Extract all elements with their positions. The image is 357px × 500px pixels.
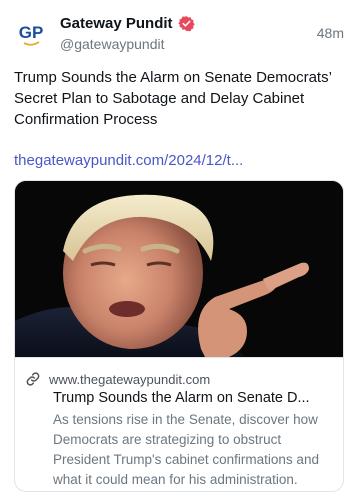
display-name[interactable]: Gateway Pundit bbox=[60, 15, 173, 32]
card-description: As tensions rise in the Senate, discover… bbox=[53, 412, 319, 487]
card-domain: www.thegatewaypundit.com bbox=[49, 371, 211, 387]
avatar[interactable]: GP bbox=[12, 14, 50, 52]
link-icon bbox=[25, 371, 41, 387]
link-preview-body: www.thegatewaypundit.com Trump Sounds th… bbox=[15, 357, 343, 491]
post-link[interactable]: thegatewaypundit.com/2024/12/t... bbox=[14, 151, 344, 171]
link-preview-image[interactable] bbox=[15, 181, 343, 357]
link-preview-card[interactable]: www.thegatewaypundit.com Trump Sounds th… bbox=[14, 180, 344, 492]
verified-badge-icon bbox=[177, 15, 195, 32]
post-text: Trump Sounds the Alarm on Senate Democra… bbox=[14, 69, 332, 128]
post: GP Gateway Pundit @gatewaypundit 48m Tru… bbox=[0, 0, 357, 500]
name-row: Gateway Pundit bbox=[60, 12, 300, 34]
author-block: Gateway Pundit @gatewaypundit bbox=[60, 12, 300, 52]
card-title: Trump Sounds the Alarm on Senate D... bbox=[53, 390, 310, 406]
photo-thumbnail bbox=[15, 181, 343, 357]
avatar-text: GP bbox=[19, 23, 44, 42]
gp-logo-icon: GP bbox=[12, 14, 50, 52]
handle[interactable]: @gatewaypundit bbox=[60, 36, 300, 52]
card-domain-row: www.thegatewaypundit.com bbox=[25, 370, 210, 388]
post-time[interactable]: 48m bbox=[317, 25, 344, 41]
